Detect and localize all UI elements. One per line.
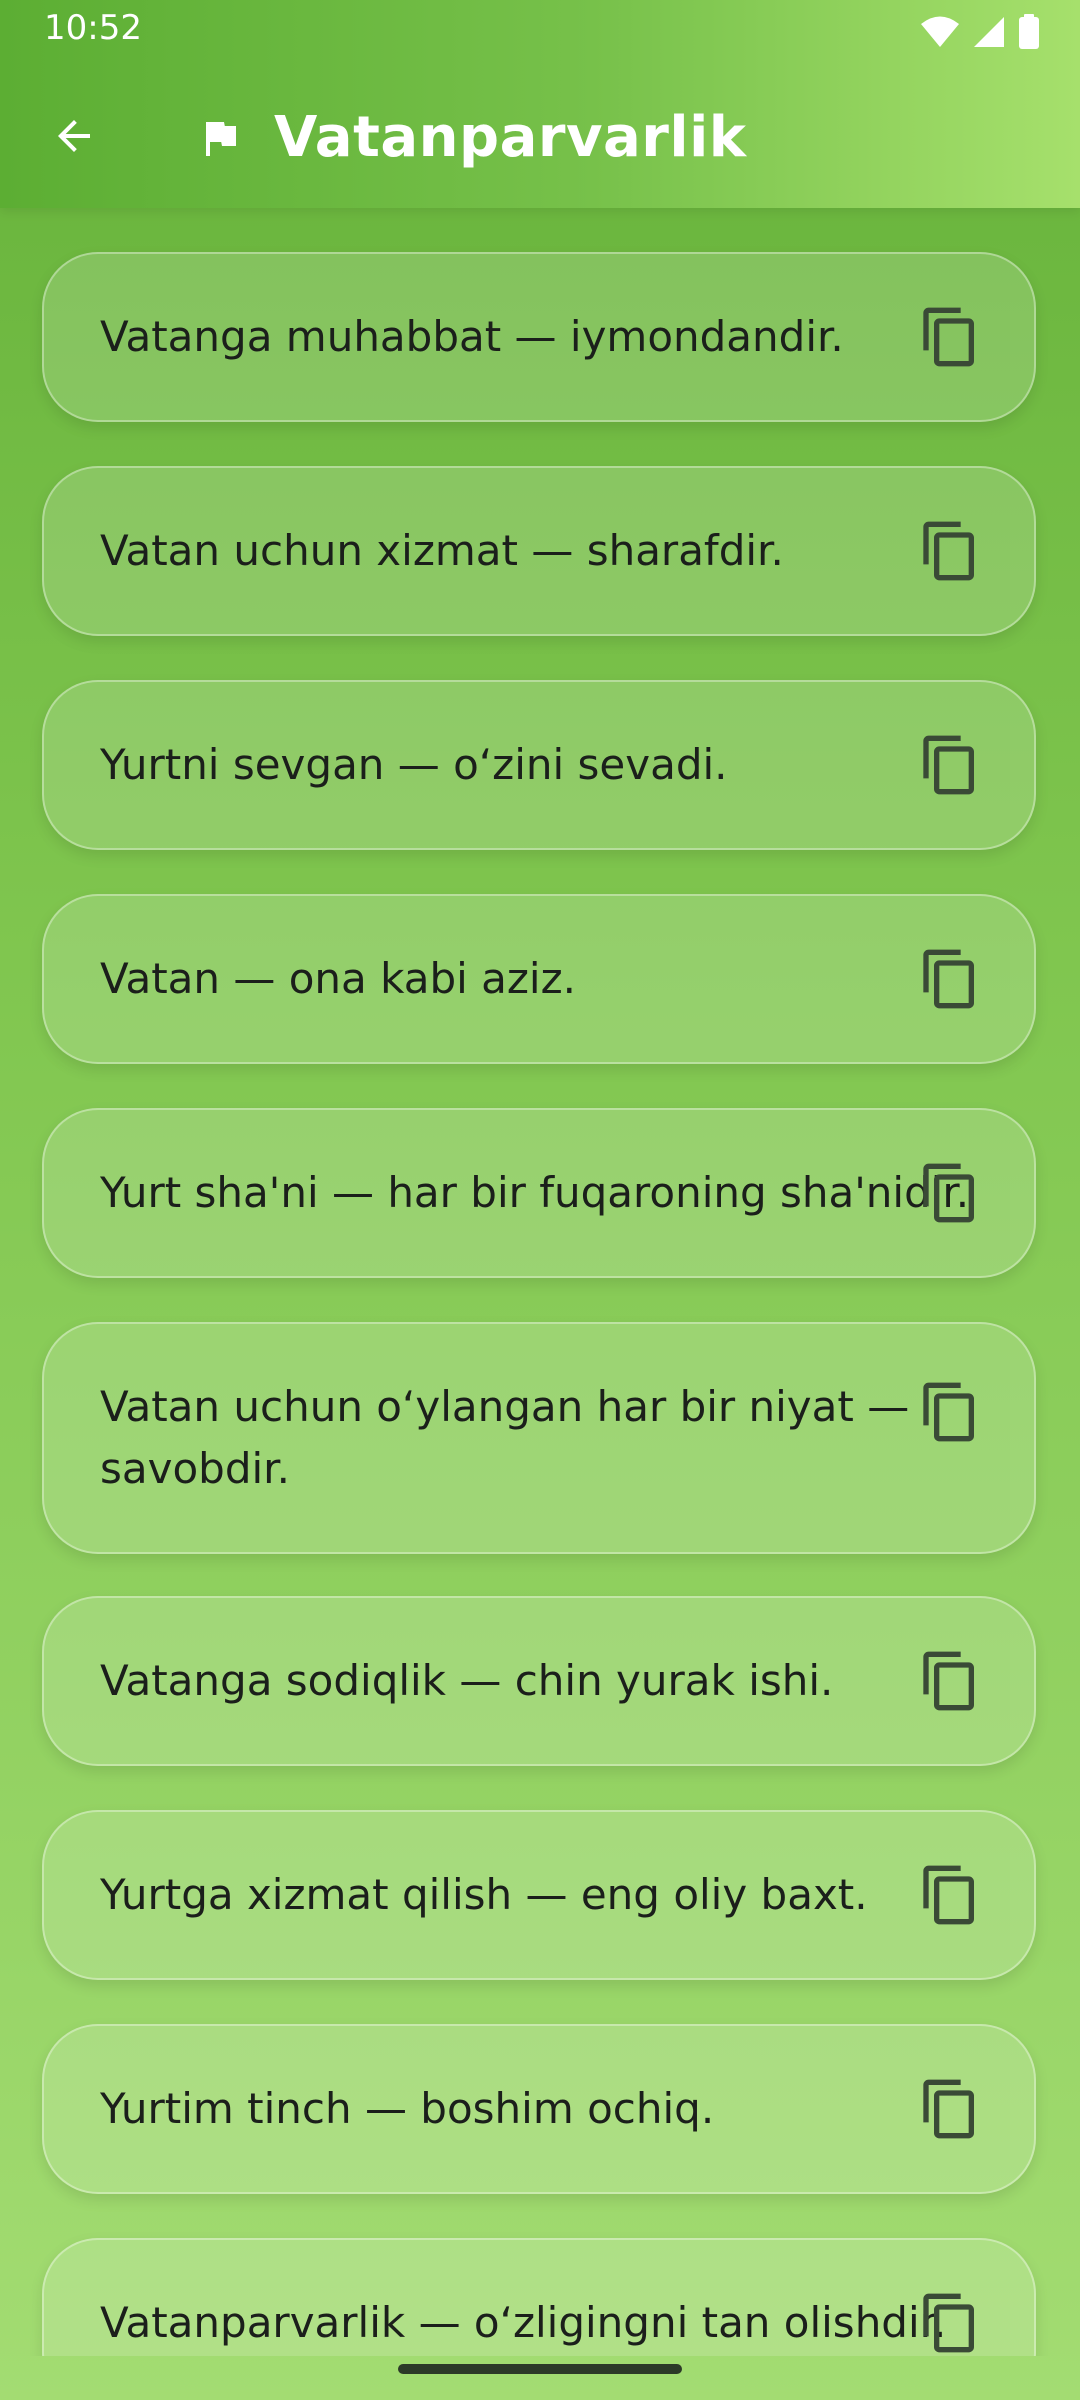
quote-text: Vatanga muhabbat — iymondandir.	[100, 312, 844, 361]
quote-card[interactable]: Vatan uchun o‘ylangan har bir niyat — sa…	[42, 1322, 1036, 1554]
copy-icon[interactable]	[918, 733, 982, 797]
quote-text: Yurtim tinch — boshim ochiq.	[100, 2084, 715, 2133]
flag-icon	[206, 122, 236, 156]
quote-text: Vatan uchun o‘ylangan har bir niyat — sa…	[100, 1382, 910, 1493]
battery-icon	[1019, 14, 1039, 49]
quote-text: Yurtga xizmat qilish — eng oliy baxt.	[100, 1870, 868, 1919]
status-time: 10:52	[44, 8, 142, 48]
quote-card[interactable]: Vatanparvarlik — o‘zligingni tan olishdi…	[42, 2238, 1036, 2356]
copy-icon[interactable]	[918, 1161, 982, 1225]
copy-icon[interactable]	[918, 519, 982, 583]
quote-text: Vatan uchun xizmat — sharafdir.	[100, 526, 784, 575]
home-indicator[interactable]	[398, 2364, 682, 2374]
status-icons	[920, 14, 1040, 50]
quote-text: Yurtni sevgan — o‘zini sevadi.	[100, 740, 728, 789]
quote-card[interactable]: Vatan uchun xizmat — sharafdir.	[42, 466, 1036, 636]
signal-icon	[974, 17, 1004, 47]
quote-text: Yurt sha'ni — har bir fuqaroning sha'nid…	[100, 1168, 970, 1217]
copy-icon[interactable]	[918, 2291, 982, 2355]
quote-list[interactable]: Vatanga muhabbat — iymondandir. Vatan uc…	[0, 208, 1080, 2356]
copy-icon[interactable]	[918, 2077, 982, 2141]
wifi-icon	[921, 16, 959, 47]
quote-text: Vatanga sodiqlik — chin yurak ishi.	[100, 1656, 834, 1705]
app-bar: 10:52 Vatanparvarlik	[0, 0, 1080, 208]
quote-card[interactable]: Vatanga sodiqlik — chin yurak ishi.	[42, 1596, 1036, 1766]
copy-icon[interactable]	[918, 305, 982, 369]
copy-icon[interactable]	[918, 947, 982, 1011]
quote-card[interactable]: Yurt sha'ni — har bir fuqaroning sha'nid…	[42, 1108, 1036, 1278]
quote-text: Vatanparvarlik — o‘zligingni tan olishdi…	[100, 2298, 947, 2347]
copy-icon[interactable]	[918, 1863, 982, 1927]
quote-text: Vatan — ona kabi aziz.	[100, 954, 576, 1003]
page-title: Vatanparvarlik	[274, 105, 747, 170]
quote-card[interactable]: Vatan — ona kabi aziz.	[42, 894, 1036, 1064]
quote-card[interactable]: Yurtni sevgan — o‘zini sevadi.	[42, 680, 1036, 850]
status-bar: 10:52	[0, 0, 1080, 60]
quote-card[interactable]: Yurtim tinch — boshim ochiq.	[42, 2024, 1036, 2194]
arrow-left-icon	[58, 120, 90, 152]
copy-icon[interactable]	[918, 1380, 982, 1444]
back-button[interactable]	[36, 98, 112, 174]
copy-icon[interactable]	[918, 1649, 982, 1713]
quote-card[interactable]: Vatanga muhabbat — iymondandir.	[42, 252, 1036, 422]
quote-card[interactable]: Yurtga xizmat qilish — eng oliy baxt.	[42, 1810, 1036, 1980]
